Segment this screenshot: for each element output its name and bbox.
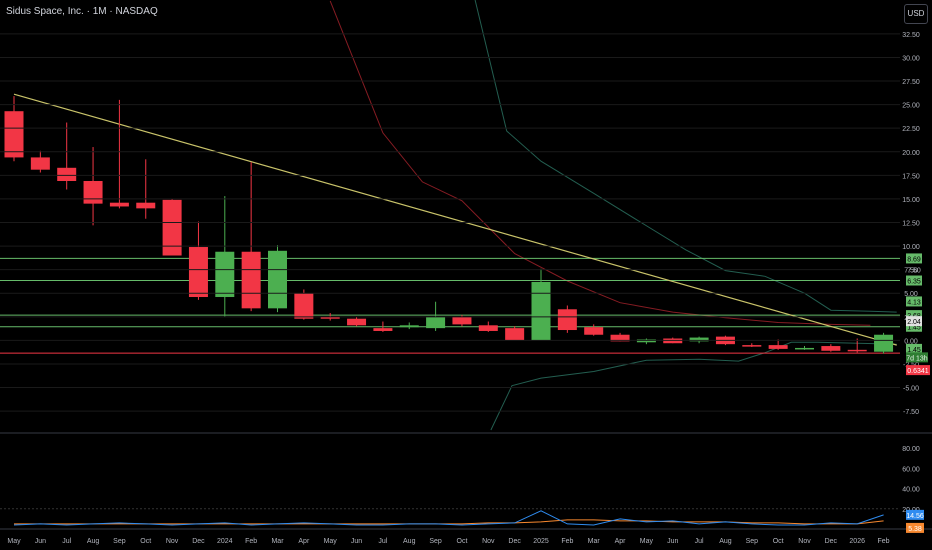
oscillator-tick-label: 40.00: [902, 487, 920, 494]
x-tick-label: Dec: [825, 538, 838, 545]
y-tick-label: 30.00: [902, 55, 920, 62]
x-tick-label: Dec: [508, 538, 521, 545]
x-tick-label: Jul: [378, 538, 387, 545]
candle-up: [874, 334, 894, 352]
x-tick-label: Jul: [695, 538, 704, 545]
candle-up: [215, 251, 235, 298]
level-label: 6.35: [907, 279, 921, 286]
axis-value-label: 0.6341: [907, 368, 929, 375]
candle-down: [83, 181, 103, 204]
candle-down: [478, 325, 498, 331]
candle-up: [795, 347, 814, 350]
x-tick-label: Sep: [746, 538, 759, 545]
candle-down: [57, 167, 77, 181]
oscillator-tick-label: 80.00: [902, 446, 920, 453]
level-label: 8.69: [907, 256, 921, 263]
x-tick-label: Feb: [878, 538, 890, 545]
x-tick-label: Jun: [351, 538, 362, 545]
x-tick-label: Feb: [245, 538, 257, 545]
candle-down: [584, 327, 604, 335]
oscillator-tick-label: 60.00: [902, 466, 920, 473]
x-tick-label: Apr: [298, 538, 310, 545]
x-tick-label: 2024: [217, 538, 233, 545]
y-tick-label: 32.50: [902, 32, 920, 39]
y-tick-label: 17.50: [902, 173, 920, 180]
y-tick-label: -5.00: [903, 386, 919, 393]
x-tick-label: Nov: [166, 538, 179, 545]
x-tick-label: May: [324, 538, 338, 545]
candle-down: [347, 318, 367, 326]
x-tick-label: Aug: [719, 538, 732, 545]
x-tick-label: Jun: [667, 538, 678, 545]
candle-up: [426, 316, 446, 329]
descending-trendline: [13, 93, 897, 346]
candle-down: [452, 316, 472, 325]
candle-down: [162, 199, 182, 256]
x-tick-label: Oct: [140, 538, 151, 545]
candle-down: [821, 346, 841, 351]
x-tick-label: Feb: [561, 538, 573, 545]
x-tick-label: Aug: [87, 538, 100, 545]
x-tick-label: Sep: [429, 538, 442, 545]
y-tick-label: 10.00: [902, 244, 920, 251]
x-tick-label: Mar: [588, 538, 601, 545]
x-tick-label: May: [640, 538, 654, 545]
axis-value-label: 2.04: [907, 319, 921, 326]
upper-red-band: [329, 0, 871, 326]
candle-down: [188, 247, 208, 298]
candle-down: [373, 328, 393, 331]
candle-down: [847, 349, 867, 352]
x-tick-label: Sep: [113, 538, 126, 545]
candle-down: [109, 202, 129, 207]
candle-up: [268, 250, 287, 309]
x-tick-label: 2025: [533, 538, 549, 545]
x-tick-label: Nov: [482, 538, 495, 545]
x-tick-label: Apr: [615, 538, 627, 545]
x-tick-label: Jul: [62, 538, 71, 545]
candle-down: [768, 345, 788, 349]
candle-up: [399, 325, 419, 328]
candle-down: [557, 309, 577, 331]
lower-green-band: [490, 341, 897, 431]
x-tick-label: Jun: [35, 538, 46, 545]
upper-green-band: [474, 0, 897, 313]
y-tick-label: 12.50: [902, 221, 920, 228]
candle-down: [505, 328, 525, 341]
chart-title: Sidus Space, Inc. · 1M · NASDAQ: [6, 6, 158, 17]
y-tick-label: 22.50: [902, 126, 920, 133]
y-tick-label: -7.50: [903, 409, 919, 416]
x-tick-label: May: [7, 538, 21, 545]
x-tick-label: Oct: [457, 538, 468, 545]
currency-button[interactable]: USD: [904, 4, 928, 24]
x-tick-label: Dec: [192, 538, 205, 545]
candle-down: [4, 111, 24, 158]
candle-up: [531, 281, 551, 341]
candle-down: [136, 202, 156, 209]
oscillator-orange-line: [14, 519, 884, 525]
x-tick-label: Mar: [271, 538, 284, 545]
y-tick-label: 27.50: [902, 79, 920, 86]
axis-value-label: 7.50: [907, 268, 921, 275]
x-tick-label: Oct: [773, 538, 784, 545]
oscillator-orange-label: 5.38: [908, 526, 922, 533]
y-tick-label: 20.00: [902, 150, 920, 157]
candle-down: [294, 293, 314, 319]
axis-value-label: 7d 13h: [906, 355, 928, 362]
x-tick-label: 2026: [849, 538, 865, 545]
candle-down: [742, 345, 762, 347]
y-tick-label: 15.00: [902, 197, 920, 204]
x-tick-label: Nov: [798, 538, 811, 545]
candle-down: [30, 157, 50, 170]
price-chart[interactable]: 8.696.352.681.45 32.5030.0027.5025.0022.…: [0, 0, 932, 550]
candle-down: [241, 251, 261, 309]
oscillator-blue-label: 14.56: [906, 513, 924, 520]
axis-value-label: 4.13: [907, 299, 921, 306]
x-tick-label: Aug: [403, 538, 416, 545]
y-tick-label: 25.00: [902, 103, 920, 110]
